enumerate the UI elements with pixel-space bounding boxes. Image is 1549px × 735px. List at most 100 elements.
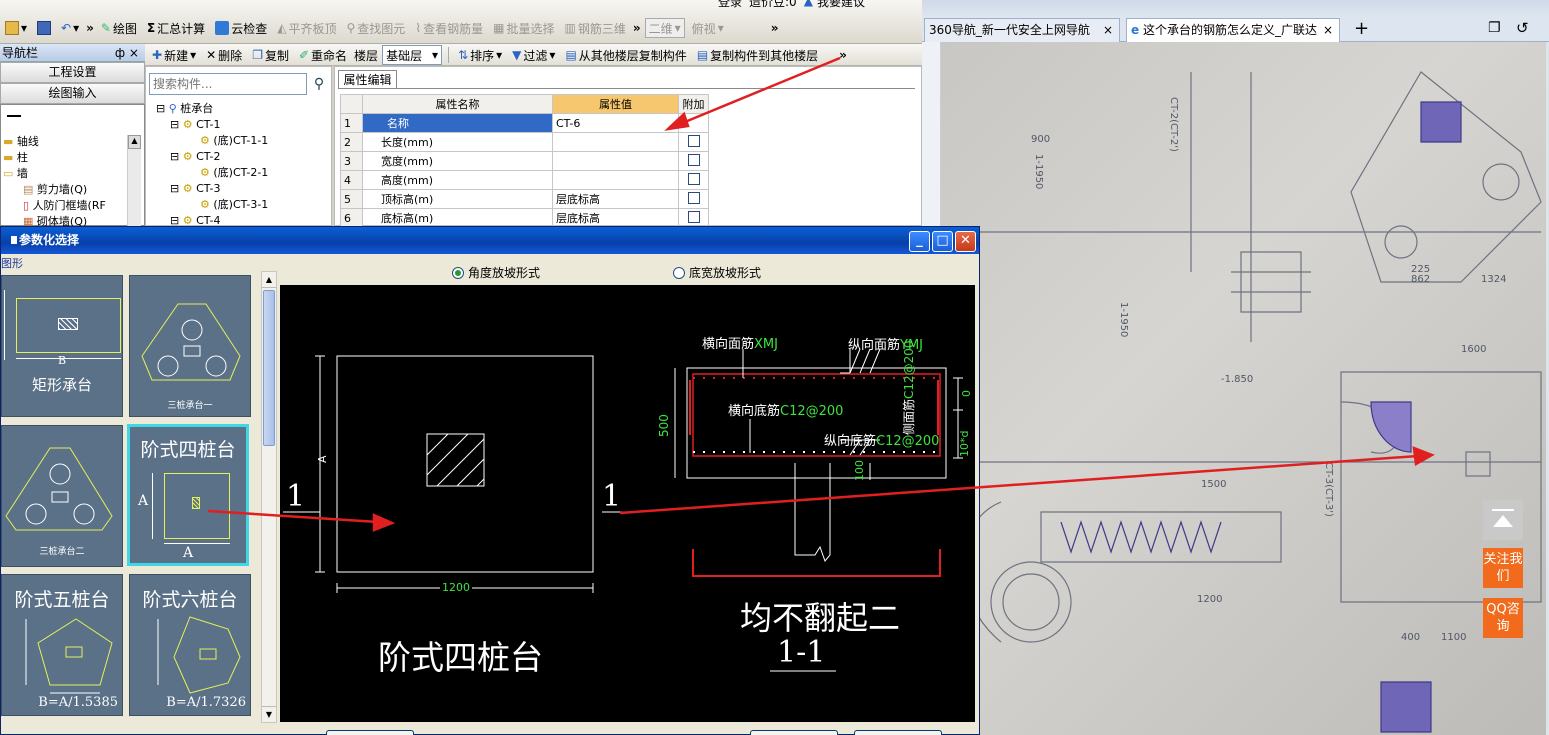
- collapse-icon[interactable]: ⊟: [170, 118, 179, 131]
- copy-to-floor-button[interactable]: ▤ 复制构件到其他楼层: [694, 45, 821, 65]
- overflow-chevron-icon-3[interactable]: »: [771, 21, 779, 35]
- tree-node-ct1-1[interactable]: ⚙ (底)CT-1-1: [156, 133, 268, 149]
- nav-drawing-input-button[interactable]: 绘图输入: [0, 83, 145, 104]
- property-value-top-elev[interactable]: 层底标高: [552, 189, 679, 209]
- extra-checkbox[interactable]: [687, 210, 700, 223]
- nav-project-settings-button[interactable]: 工程设置: [0, 62, 145, 83]
- rebar-3d-button[interactable]: ▥ 钢筋三维: [562, 18, 629, 38]
- collapse-icon[interactable]: ⊟: [170, 182, 179, 195]
- maximize-button[interactable]: □: [932, 231, 953, 252]
- extra-checkbox[interactable]: [687, 134, 700, 147]
- suggest-link[interactable]: 我要建议: [817, 0, 865, 10]
- thumb-scrollbar[interactable]: ▲ ▼: [261, 271, 277, 723]
- back-to-top-button[interactable]: [1483, 500, 1523, 540]
- extra-checkbox[interactable]: [687, 172, 700, 185]
- view-top-select[interactable]: 俯视 ▾: [689, 18, 727, 38]
- table-row[interactable]: 3 宽度(mm): [340, 151, 709, 171]
- login-link[interactable]: 登录: [718, 0, 742, 10]
- property-value-length[interactable]: [552, 132, 679, 152]
- draw-button[interactable]: ✎ 绘图: [98, 18, 140, 38]
- restore-tab-icon[interactable]: ↺: [1516, 19, 1529, 37]
- table-row[interactable]: 6 底标高(m) 层底标高: [340, 208, 709, 228]
- collapse-all-icon[interactable]: [7, 115, 21, 117]
- close-icon[interactable]: ×: [1322, 19, 1333, 41]
- batch-select-button[interactable]: ▦ 批量选择: [490, 18, 557, 38]
- copy-from-floor-button[interactable]: ▤ 从其他楼层复制构件: [562, 45, 689, 65]
- dialog-ok-button[interactable]: [326, 730, 414, 735]
- tab-list-icon[interactable]: ❐: [1488, 20, 1501, 36]
- nav-scrollbar[interactable]: ▲: [127, 135, 141, 227]
- scroll-down-icon[interactable]: ▼: [262, 706, 276, 722]
- minimize-button[interactable]: _: [909, 231, 930, 252]
- delete-button[interactable]: ✕ 删除: [203, 45, 245, 65]
- search-icon[interactable]: ⚲: [308, 73, 330, 95]
- scroll-up-icon[interactable]: ▲: [262, 272, 276, 288]
- scroll-up-icon[interactable]: ▲: [128, 135, 141, 149]
- view-2d-select[interactable]: 二维 ▾: [644, 18, 685, 38]
- undo-button[interactable]: ↶ ▾: [58, 18, 82, 38]
- dialog-cancel-button[interactable]: [854, 730, 942, 735]
- browser-tab-active[interactable]: e 这个承台的钢筋怎么定义_广联达 ×: [1126, 18, 1340, 42]
- thumb-step-six-pile[interactable]: 阶式六桩台 B=A/1.7326: [129, 574, 251, 716]
- collapse-icon[interactable]: ⊟: [156, 102, 165, 115]
- tab-property-edit[interactable]: 属性编辑: [338, 70, 397, 89]
- thumb-step-five-pile[interactable]: 阶式五桩台 B=A/1.5385: [1, 574, 123, 716]
- table-row[interactable]: 1 名称 CT-6: [340, 113, 709, 133]
- tree-node-ct2-1[interactable]: ⚙ (底)CT-2-1: [156, 165, 268, 181]
- filter-button[interactable]: ▼ 过滤 ▾: [509, 45, 558, 65]
- radio-bottom-width-slope[interactable]: 底宽放坡形式: [673, 264, 761, 281]
- save-button[interactable]: [34, 18, 54, 38]
- component-search-input[interactable]: [149, 73, 307, 95]
- open-folder-button[interactable]: ▾: [2, 18, 30, 38]
- follow-us-button[interactable]: 关注我们: [1483, 548, 1523, 588]
- nav-item-civil-door-wall[interactable]: ▯ 人防门框墙(RF: [3, 198, 106, 214]
- sort-button[interactable]: ⇅ 排序 ▾: [455, 45, 505, 65]
- new-button[interactable]: ✚ 新建 ▾: [149, 45, 199, 65]
- close-button[interactable]: ✕: [955, 231, 976, 252]
- tree-node-ct3-1[interactable]: ⚙ (底)CT-3-1: [156, 197, 268, 213]
- nav-item-axis[interactable]: ▬ 轴线: [3, 134, 106, 150]
- rename-button[interactable]: ✐ 重命名: [296, 45, 350, 65]
- nav-item-wall[interactable]: ▭ 墙: [3, 166, 106, 182]
- property-value-bottom-elev[interactable]: 层底标高: [552, 208, 679, 228]
- scroll-thumb[interactable]: [263, 290, 275, 446]
- dialog-titlebar[interactable]: 参数化选择: [1, 227, 979, 254]
- new-tab-button[interactable]: +: [1354, 18, 1369, 40]
- overflow-chevron-icon-4[interactable]: »: [839, 48, 847, 62]
- nav-item-column[interactable]: ▬ 柱: [3, 150, 106, 166]
- thumb-step-four-pile[interactable]: 阶式四桩台 A A: [127, 424, 249, 566]
- overflow-chevron-icon-2[interactable]: »: [633, 21, 641, 35]
- thumb-three-pile-2[interactable]: 三桩承台二: [1, 425, 123, 567]
- find-elem-button[interactable]: ⚲ 查找图元: [343, 18, 408, 38]
- table-row[interactable]: 5 顶标高(m) 层底标高: [340, 189, 709, 209]
- thumb-three-pile-1[interactable]: 三桩承台一: [129, 275, 251, 417]
- table-row[interactable]: 4 高度(mm): [340, 170, 709, 190]
- tree-node-ct2[interactable]: ⊟ ⚙ CT-2: [156, 149, 268, 165]
- close-icon[interactable]: ×: [1103, 19, 1113, 41]
- extra-checkbox[interactable]: [687, 191, 700, 204]
- tree-node-ct3[interactable]: ⊟ ⚙ CT-3: [156, 181, 268, 197]
- qq-consult-button[interactable]: QQ咨询: [1483, 598, 1523, 638]
- sum-calc-button[interactable]: Σ 汇总计算: [144, 18, 208, 38]
- tree-root-pile-cap[interactable]: ⊟ ⚲ 桩承台: [156, 101, 268, 117]
- align-top-button[interactable]: ◭ 平齐板顶: [274, 18, 339, 38]
- collapse-icon[interactable]: ⊟: [170, 150, 179, 163]
- cloud-check-button[interactable]: 云检查: [212, 18, 270, 38]
- bell-icon[interactable]: ▲: [804, 0, 813, 8]
- table-row[interactable]: 2 长度(mm): [340, 132, 709, 152]
- thumb-rect-cap[interactable]: B 矩形承台: [1, 275, 123, 417]
- property-value-width[interactable]: [552, 151, 679, 171]
- radio-angle-slope[interactable]: 角度放坡形式: [452, 264, 540, 281]
- nav-item-shear-wall[interactable]: ▤ 剪力墙(Q): [3, 182, 106, 198]
- tree-node-ct1[interactable]: ⊟ ⚙ CT-1: [156, 117, 268, 133]
- extra-checkbox[interactable]: [687, 153, 700, 166]
- nav-pin-close-icon[interactable]: ф ×: [115, 44, 139, 62]
- property-value-height[interactable]: [552, 170, 679, 190]
- dialog-confirm-button[interactable]: [750, 730, 838, 735]
- copy-button[interactable]: ❐ 复制: [249, 45, 292, 65]
- overflow-chevron-icon[interactable]: »: [86, 21, 94, 35]
- property-value-name[interactable]: CT-6: [552, 113, 679, 133]
- view-rebar-button[interactable]: ⌇ 查看钢筋量: [412, 18, 486, 38]
- browser-tab-360[interactable]: 360导航_新一代安全上网导航 ×: [924, 18, 1120, 42]
- floor-select[interactable]: 基础层 ▾: [382, 45, 443, 65]
